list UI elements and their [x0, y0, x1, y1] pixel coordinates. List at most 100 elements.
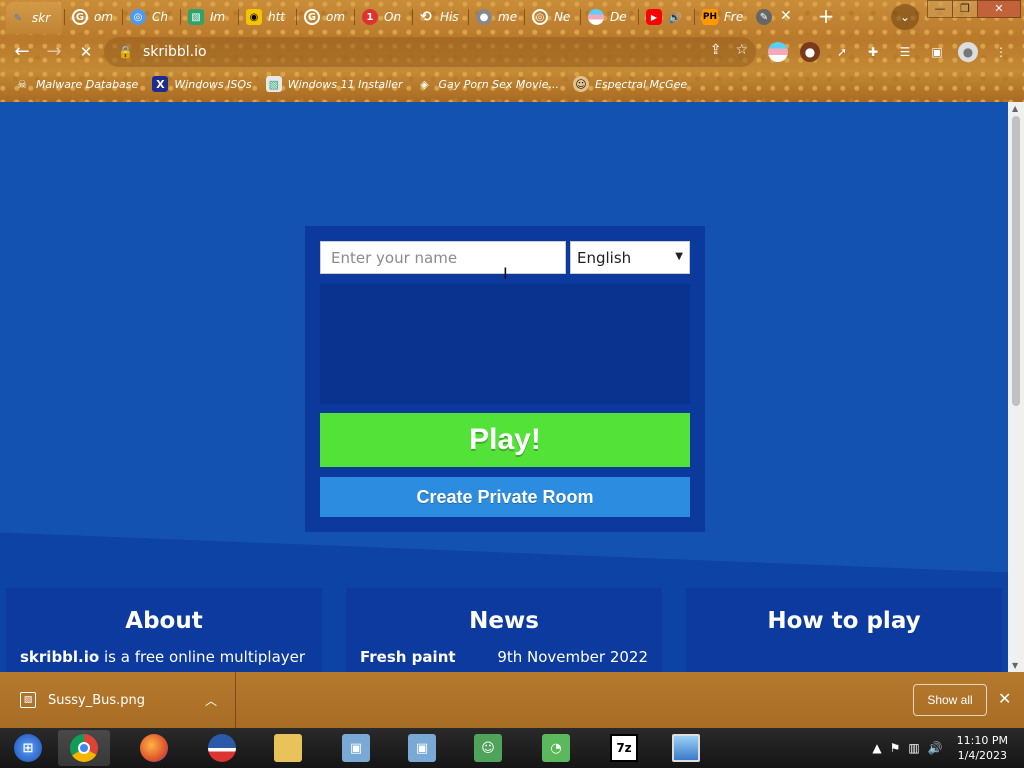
new-tab-button[interactable]: + — [814, 6, 838, 28]
computer-icon: ▣ — [408, 734, 436, 762]
chevron-up-icon[interactable]: ▲ — [872, 741, 881, 755]
taskbar-users[interactable]: ☺ — [462, 730, 514, 766]
window-close-button[interactable]: ✕ — [977, 0, 1021, 18]
tab-history[interactable]: ⟲ His — [414, 4, 466, 30]
tab-youtube[interactable]: ▶ 🔊 — [642, 4, 692, 30]
volume-icon[interactable]: 🔊 — [928, 741, 943, 755]
globe-icon: ● — [476, 9, 492, 25]
skribbl-icon: ✎ — [756, 9, 772, 25]
taskbar-installer-2[interactable]: ▣ — [396, 730, 448, 766]
text-cursor-icon: I — [503, 264, 508, 283]
taskbar-explorer[interactable] — [262, 730, 314, 766]
users-icon: ☺ — [474, 734, 502, 762]
network-icon[interactable]: ▥ — [908, 741, 919, 755]
x-logo-icon: X — [152, 76, 169, 92]
clock-date: 1/4/2023 — [957, 749, 1008, 762]
login-panel: English ▼ I Play! Create Private Room — [305, 226, 705, 532]
taskbar-installer-1[interactable]: ▣ — [330, 730, 382, 766]
scroll-up-icon[interactable]: ▲ — [1012, 104, 1018, 113]
tab-http[interactable]: ◉ htt — [242, 4, 294, 30]
taskbar-7zip[interactable]: 7z — [598, 730, 650, 766]
share-icon[interactable]: ⇪ — [710, 42, 722, 58]
start-button[interactable]: ⊞ — [2, 730, 54, 766]
download-filename: Sussy_Bus.png — [48, 692, 146, 708]
tab-globe[interactable]: ● me — [472, 4, 522, 30]
download-shelf: ▧ Sussy_Bus.png ︿ Show all ✕ — [0, 672, 1024, 728]
news-section: News Fresh paint 9th November 2022 — [346, 588, 662, 672]
page-scrollbar[interactable]: ▲ ▼ — [1008, 102, 1024, 672]
tab-label: Ch — [152, 10, 168, 24]
browser-toolbar: ← → ✕ 🔒 skribbl.io ⇪ ☆ ● ➚ ✚ ☰ ▣ ● ⋮ — [0, 36, 1024, 68]
page-viewport: English ▼ I Play! Create Private Room Ab… — [0, 102, 1008, 672]
extension-avatar-icon[interactable]: ● — [800, 42, 820, 62]
tab-image[interactable]: ▧ Im — [184, 4, 234, 30]
show-all-button[interactable]: Show all — [913, 684, 987, 716]
play-button[interactable]: Play! — [320, 413, 690, 467]
tab-google-2[interactable]: G om — [300, 4, 350, 30]
close-icon[interactable]: ✕ — [998, 689, 1011, 708]
bookmark-windows-isos[interactable]: X Windows ISOs — [152, 76, 252, 92]
minimize-button[interactable]: — — [927, 0, 953, 18]
avatar-icon: ☺ — [572, 76, 589, 92]
tab-online[interactable]: 1 On — [358, 4, 408, 30]
tab-close-icon[interactable]: ✕ — [780, 8, 792, 24]
badge-icon: 1 — [362, 9, 378, 25]
extension-flag-icon[interactable] — [768, 42, 788, 62]
name-input[interactable] — [320, 241, 566, 274]
disk-icon: ◈ — [420, 77, 429, 91]
tab-last[interactable]: ✎ — [752, 4, 778, 30]
reading-list-icon[interactable]: ☰ — [895, 42, 915, 62]
tab-new[interactable]: ◎ Ne — [528, 4, 578, 30]
extensions-puzzle-icon[interactable]: ✚ — [863, 42, 883, 62]
tab-de[interactable]: De — [584, 4, 634, 30]
language-select[interactable]: English ▼ — [570, 241, 690, 274]
scrollbar-thumb[interactable] — [1012, 116, 1020, 406]
tab-label: skr — [32, 11, 51, 25]
bookmark-espectral-mcgee[interactable]: ☺ Espectral McGee — [572, 76, 687, 92]
tab-label: om — [326, 10, 346, 24]
side-panel-icon[interactable]: ▣ — [927, 42, 947, 62]
about-text: skribbl.io is a free online multiplayer — [20, 648, 306, 666]
youtube-icon: ▶ — [646, 9, 662, 25]
tab-label: om — [94, 10, 114, 24]
system-clock[interactable]: 11:10 PM 1/4/2023 — [957, 733, 1008, 763]
taskbar-firefox[interactable] — [128, 730, 180, 766]
circle-logo-icon — [208, 734, 236, 762]
forward-button[interactable]: → — [42, 40, 66, 64]
restore-button[interactable]: ❐ — [952, 0, 978, 18]
stop-loading-button[interactable]: ✕ — [74, 40, 98, 64]
menu-kebab-icon[interactable]: ⋮ — [991, 42, 1011, 62]
taskbar-chrome[interactable] — [58, 730, 110, 766]
download-item[interactable]: ▧ Sussy_Bus.png ︿ — [0, 672, 236, 728]
chevron-up-icon[interactable]: ︿ — [205, 692, 217, 709]
firefox-icon — [140, 734, 168, 762]
back-button[interactable]: ← — [10, 40, 34, 64]
tab-label: On — [384, 10, 402, 24]
system-tray: ▲ ⚑ ▥ 🔊 11:10 PM 1/4/2023 — [872, 728, 1024, 768]
bookmark-windows-11-installer[interactable]: ▧ Windows 11 Installer — [265, 76, 403, 92]
tab-google-1[interactable]: G om — [68, 4, 118, 30]
tab-skribbl[interactable]: ✎ skr — [6, 2, 62, 34]
tab-chat[interactable]: ◎ Ch — [126, 4, 176, 30]
image-file-icon: ▧ — [20, 692, 36, 708]
flag-icon[interactable]: ⚑ — [890, 741, 901, 755]
create-private-room-button[interactable]: Create Private Room — [320, 477, 690, 517]
tab-label: His — [440, 10, 459, 24]
taskbar-disk[interactable]: ◔ — [530, 730, 582, 766]
tab-free[interactable]: PH Fre — [698, 4, 748, 30]
history-icon: ⟲ — [420, 9, 432, 25]
address-bar[interactable]: 🔒 skribbl.io ⇪ ☆ — [104, 37, 756, 67]
profile-icon[interactable]: ● — [958, 42, 978, 62]
taskbar-obama[interactable] — [196, 730, 248, 766]
chat-icon: ◎ — [130, 9, 146, 25]
tab-search-button[interactable]: ⌄ — [891, 4, 919, 30]
about-section: About skribbl.io is a free online multip… — [6, 588, 322, 672]
scroll-down-icon[interactable]: ▼ — [1012, 661, 1018, 670]
bookmark-star-icon[interactable]: ☆ — [735, 42, 748, 58]
bookmark-malware-database[interactable]: ☠ Malware Database — [14, 76, 138, 92]
avatar-customizer[interactable] — [320, 284, 690, 404]
extension-arrow-icon[interactable]: ➚ — [832, 42, 852, 62]
chevron-down-icon: ▼ — [675, 251, 683, 262]
bookmark-movie[interactable]: ◈ Gay Porn Sex Movie... — [417, 76, 559, 92]
taskbar-photos[interactable] — [660, 730, 712, 766]
